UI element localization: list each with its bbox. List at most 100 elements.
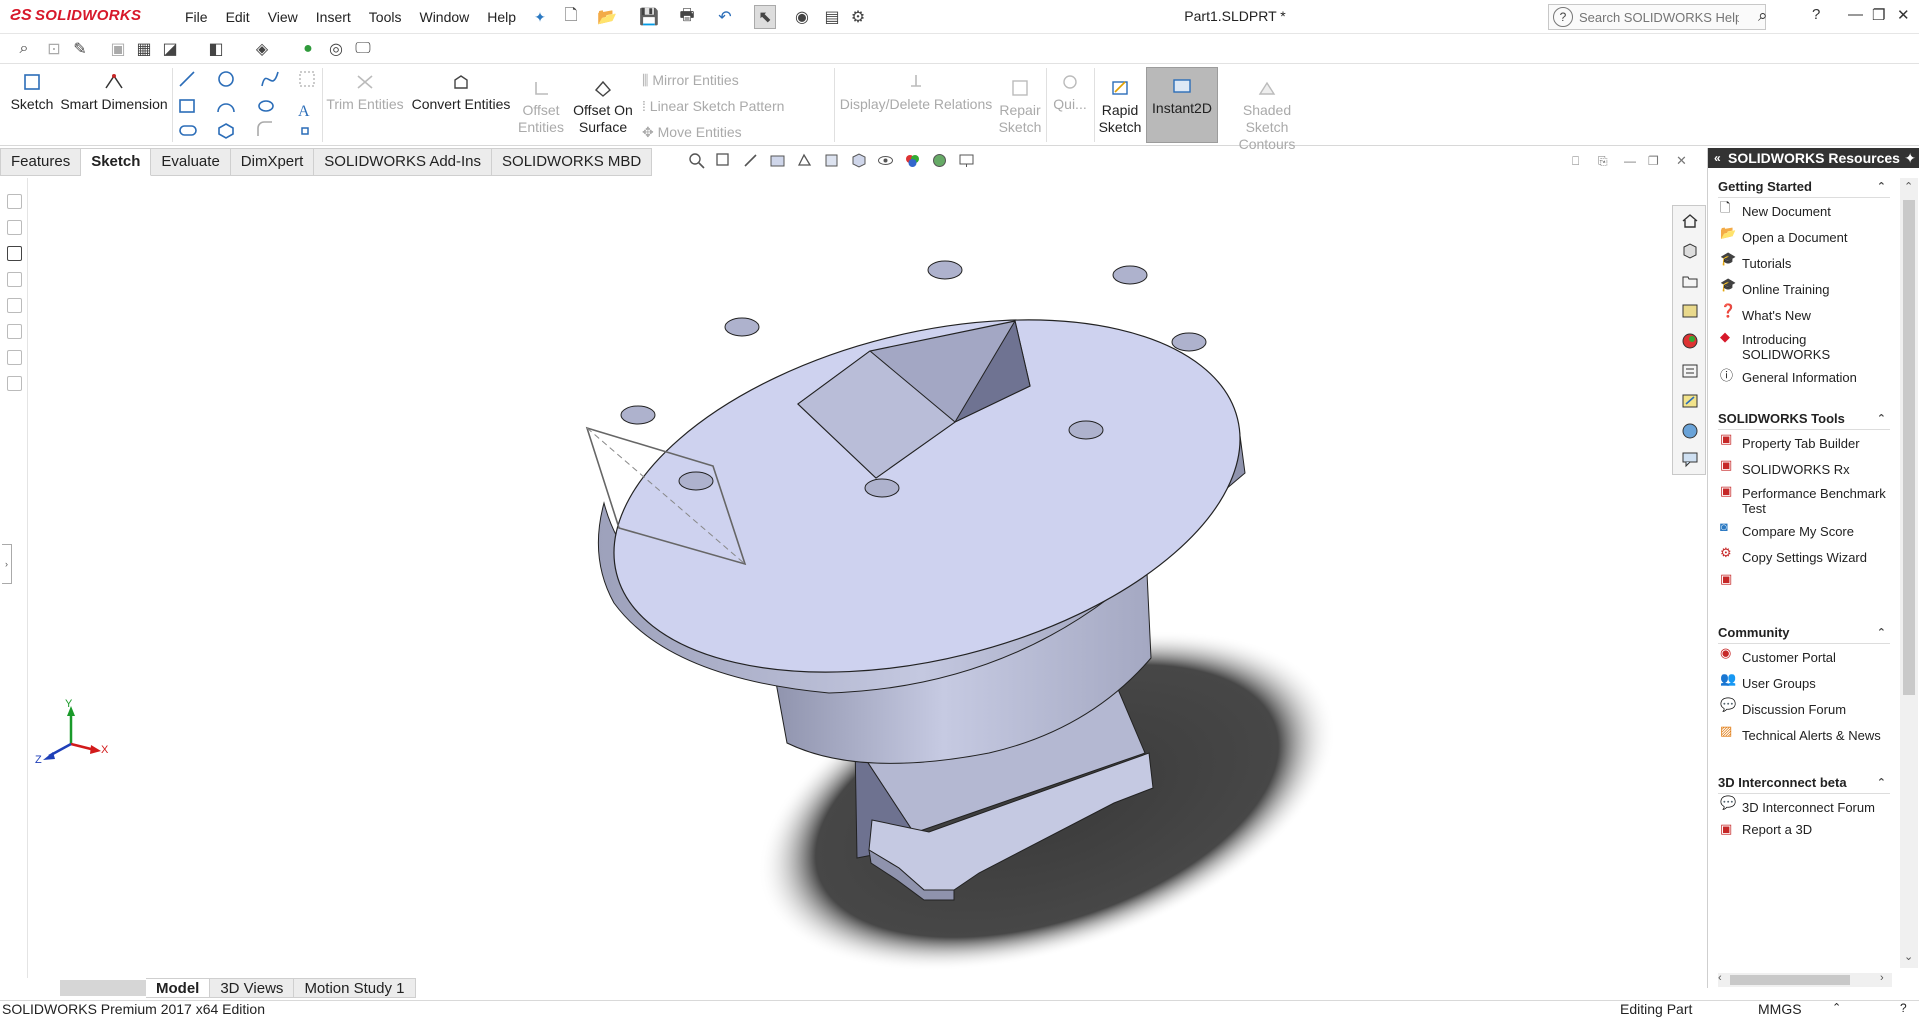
- view-settings-hud-icon[interactable]: [958, 152, 975, 169]
- chevron-up-icon[interactable]: ⌃: [1877, 772, 1886, 794]
- menu-view[interactable]: View: [259, 7, 307, 28]
- balloon-icon[interactable]: [7, 272, 22, 287]
- previous-view-hud-icon[interactable]: [742, 152, 759, 169]
- linear-sketch-pattern-button[interactable]: ⁞ Linear Sketch Pattern: [642, 98, 784, 114]
- link-customer-portal[interactable]: ◉ Customer Portal: [1718, 644, 1890, 670]
- select-icon[interactable]: ⬉: [754, 5, 776, 29]
- display-style-hud-icon[interactable]: [850, 152, 867, 169]
- tab-3d-views[interactable]: 3D Views: [210, 978, 295, 998]
- link-solidworks-rx[interactable]: ▣ SOLIDWORKS Rx: [1718, 456, 1890, 482]
- link-property-tab-builder[interactable]: ▣ Property Tab Builder: [1718, 430, 1890, 456]
- scroll-thumb[interactable]: [1903, 200, 1915, 695]
- instant2d-button[interactable]: Instant2D: [1148, 76, 1216, 117]
- menu-help[interactable]: Help: [478, 7, 525, 28]
- section-title[interactable]: SOLIDWORKS Tools ⌃: [1718, 408, 1890, 430]
- view-orientation-icon[interactable]: ▦: [134, 38, 154, 60]
- polygon-icon[interactable]: [218, 123, 234, 139]
- tab-sketch[interactable]: Sketch: [81, 148, 152, 176]
- hide-show-icon[interactable]: ◧: [206, 38, 226, 60]
- custom-properties-icon[interactable]: [1681, 362, 1699, 380]
- annotation-icon[interactable]: [7, 194, 22, 209]
- view-orientation-hud-icon[interactable]: [823, 152, 840, 169]
- repair-sketch-button[interactable]: Repair Sketch: [998, 78, 1042, 136]
- link-online-training[interactable]: 🎓 Online Training: [1718, 276, 1890, 302]
- link-user-groups[interactable]: 👥 User Groups: [1718, 670, 1890, 696]
- fillet-icon[interactable]: [257, 121, 272, 136]
- scene-icon[interactable]: ●: [298, 38, 318, 60]
- search-icon[interactable]: ⌕: [1758, 6, 1768, 26]
- rebuild-icon[interactable]: ◉: [794, 6, 810, 28]
- bolt-hole[interactable]: [1171, 332, 1207, 352]
- link-open-document[interactable]: 📂 Open a Document: [1718, 224, 1890, 250]
- new-document-icon[interactable]: 🗋: [560, 6, 582, 28]
- tolerance-icon[interactable]: [7, 376, 22, 391]
- tab-motion-study[interactable]: Motion Study 1: [294, 978, 416, 998]
- dynamic-annotation-icon[interactable]: [796, 152, 813, 169]
- offset-entities-button[interactable]: Offset Entities: [516, 78, 566, 136]
- sketch-button[interactable]: Sketch: [10, 72, 54, 113]
- minimize-icon[interactable]: —: [1848, 6, 1863, 23]
- panel-horizontal-scrollbar[interactable]: ‹ ›: [1718, 972, 1892, 987]
- tab-scroll-arrows[interactable]: [60, 980, 146, 996]
- tab-features[interactable]: Features: [0, 148, 82, 176]
- display-delete-relations-button[interactable]: Display/Delete Relations: [838, 72, 994, 113]
- chevron-up-icon[interactable]: ⌃: [1877, 622, 1886, 644]
- viewport-restore-icon[interactable]: ❐: [1648, 154, 1659, 168]
- view-palette-icon[interactable]: [1681, 302, 1699, 320]
- link-extra-tool[interactable]: ▣: [1718, 570, 1890, 596]
- display-monitor-icon[interactable]: 🖵: [352, 38, 374, 60]
- link-report-3d[interactable]: ▣ Report a 3D: [1718, 820, 1890, 840]
- chevron-up-icon[interactable]: ⌃: [1877, 176, 1886, 198]
- print-icon[interactable]: 🖶: [676, 6, 698, 28]
- bolt-hole[interactable]: [927, 260, 963, 280]
- tab-model[interactable]: Model: [146, 978, 211, 998]
- menu-tools[interactable]: Tools: [360, 7, 411, 28]
- bolt-hole[interactable]: [724, 317, 760, 337]
- convert-entities-button[interactable]: Convert Entities: [410, 72, 512, 113]
- open-document-icon[interactable]: 📂: [596, 6, 618, 28]
- pin-menu-icon[interactable]: ✦: [525, 7, 555, 28]
- apply-scene-icon[interactable]: [931, 152, 948, 169]
- section-title[interactable]: Community ⌃: [1718, 622, 1890, 644]
- arc-icon[interactable]: [217, 103, 235, 113]
- discussion-icon[interactable]: [1681, 450, 1699, 468]
- zoom-area-icon[interactable]: ⊡: [44, 38, 64, 60]
- link-new-document[interactable]: 🗋 New Document: [1718, 198, 1890, 224]
- panel-pin-icon[interactable]: ✦: [1904, 148, 1916, 168]
- zoom-to-area-icon[interactable]: [715, 152, 732, 169]
- edit-appearance-hud-icon[interactable]: [904, 152, 921, 169]
- section-view-icon[interactable]: ▣: [108, 38, 128, 60]
- chevron-up-icon[interactable]: ⌃: [1877, 408, 1886, 430]
- appearances-icon[interactable]: [1681, 332, 1699, 350]
- solidworks-forum-icon[interactable]: [1681, 392, 1699, 410]
- home-icon[interactable]: [1681, 212, 1699, 230]
- scroll-up-icon[interactable]: ⌃: [1904, 180, 1913, 193]
- slot-icon[interactable]: [179, 125, 197, 136]
- viewport-minimize-icon[interactable]: —: [1624, 154, 1636, 168]
- restore-icon[interactable]: ❐: [1872, 6, 1885, 24]
- options-gear-icon[interactable]: ⚙: [848, 6, 868, 28]
- display-style-icon[interactable]: ◪: [160, 38, 180, 60]
- tab-solidworks-mbd[interactable]: SOLIDWORKS MBD: [492, 148, 653, 176]
- bolt-hole[interactable]: [864, 478, 900, 498]
- 3d-content-central-icon[interactable]: [1681, 422, 1699, 440]
- point-icon[interactable]: [301, 127, 309, 135]
- ellipse-icon[interactable]: [258, 100, 274, 112]
- section-title[interactable]: 3D Interconnect beta ⌃: [1718, 772, 1890, 794]
- bolt-hole[interactable]: [678, 471, 714, 491]
- scroll-thumb[interactable]: [1730, 975, 1850, 985]
- link-whats-new[interactable]: ❓ What's New: [1718, 302, 1890, 328]
- file-properties-icon[interactable]: ▤: [822, 6, 842, 28]
- help-search-input[interactable]: [1579, 9, 1739, 25]
- panel-vertical-scrollbar[interactable]: ⌃ ⌄: [1900, 178, 1918, 968]
- move-entities-button[interactable]: ✥ Move Entities: [642, 124, 742, 141]
- panel-collapse-handle[interactable]: ›: [2, 544, 12, 584]
- centerline-icon[interactable]: [299, 71, 315, 87]
- panel-collapse-icon[interactable]: «: [1714, 148, 1721, 168]
- link-general-information[interactable]: ⓘ General Information: [1718, 364, 1890, 390]
- close-window-icon[interactable]: ✕: [1897, 6, 1910, 24]
- scroll-right-icon[interactable]: ›: [1880, 972, 1884, 984]
- link-tutorials[interactable]: 🎓 Tutorials: [1718, 250, 1890, 276]
- link-technical-alerts[interactable]: ▨ Technical Alerts & News: [1718, 722, 1890, 748]
- bolt-hole[interactable]: [1112, 265, 1148, 285]
